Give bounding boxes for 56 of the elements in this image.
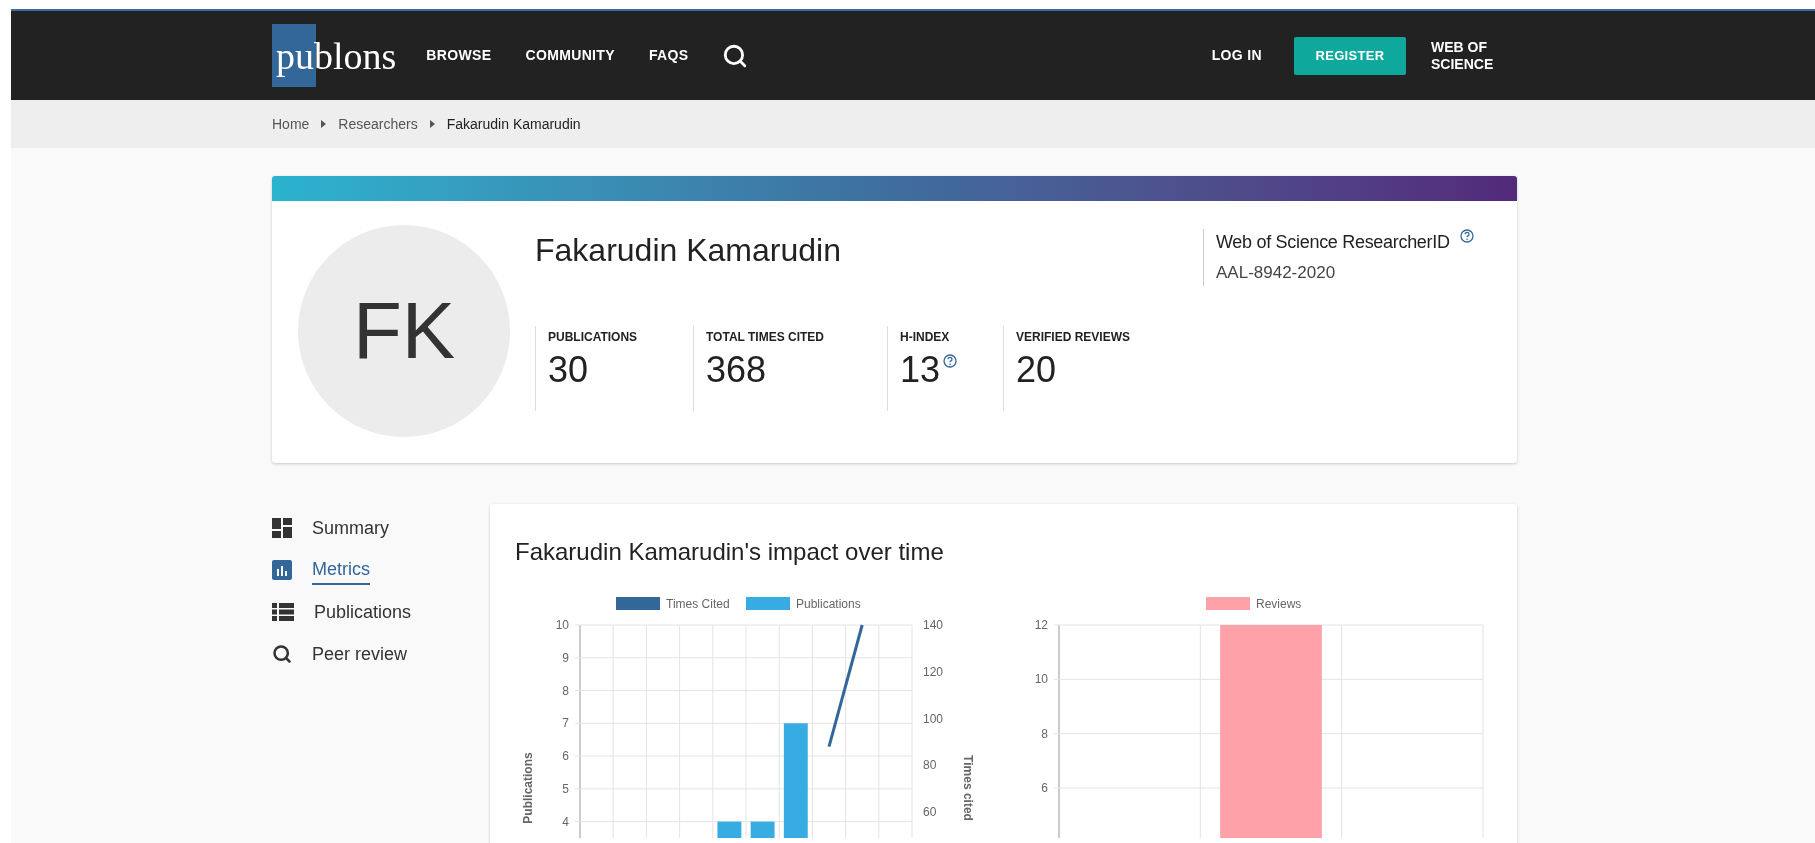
axis-title: Times cited	[961, 755, 975, 821]
axis-title: Publications	[521, 752, 535, 824]
researcher-id: AAL-8942-2020	[1216, 262, 1337, 284]
avatar-initials: FK	[352, 285, 456, 377]
breadcrumb-link[interactable]: Fakarudin Kamarudin	[446, 113, 581, 135]
list-icon	[272, 603, 294, 621]
axis-tick-label: 9	[562, 650, 569, 665]
nav-link[interactable]: BROWSE	[426, 45, 492, 66]
search-icon[interactable]	[722, 42, 749, 69]
metric-value: 20	[1016, 352, 1057, 388]
help-icon[interactable]	[943, 354, 958, 368]
sidebar-item[interactable]: Metrics	[272, 558, 490, 582]
axis-tick-label: 5	[562, 781, 569, 796]
sidebar-item[interactable]: Publications	[272, 600, 490, 624]
sidebar-item[interactable]: Summary	[272, 516, 490, 540]
axis-tick-label: 100	[923, 711, 944, 726]
axis-tick-label: 140	[923, 618, 944, 632]
axis-tick-label: 4	[562, 814, 569, 829]
nav-link[interactable]: FAQS	[648, 45, 689, 66]
axis-tick-label: 120	[923, 664, 944, 679]
axis-tick-label: 6	[562, 749, 569, 764]
help-icon[interactable]	[1459, 229, 1474, 243]
metric-label: VERIFIED REVIEWS	[1016, 329, 1132, 346]
chevron-icon	[321, 120, 327, 128]
bar-chart-icon	[272, 560, 292, 580]
metric-value: 30	[548, 352, 589, 388]
axis-tick-label: 7	[562, 716, 569, 731]
axis-tick-label: 10	[1034, 672, 1048, 687]
axis-tick-label: 6	[1041, 781, 1048, 795]
axis-tick-label: 80	[923, 758, 937, 773]
web-of-science-link[interactable]: WEB OF SCIENCE	[1431, 38, 1507, 73]
logo[interactable]: publons	[272, 36, 397, 75]
axis-tick-label: 10	[555, 618, 569, 632]
axis-tick-label: 8	[562, 683, 569, 698]
breadcrumb-link[interactable]: Home	[272, 113, 310, 135]
login-link[interactable]: LOG IN	[1211, 45, 1262, 66]
metric-label: H-INDEX	[900, 329, 951, 346]
metric-value: 368	[706, 352, 767, 388]
axis-tick-label: 12	[1034, 618, 1048, 632]
metric-label: PUBLICATIONS	[548, 329, 639, 346]
dashboard-icon	[272, 518, 292, 538]
legend-label: Reviews	[1256, 597, 1302, 611]
metric-value: 13	[900, 352, 941, 388]
researcher-name: Fakarudin Kamarudin	[535, 231, 842, 270]
chevron-icon	[429, 120, 435, 128]
axis-tick-label: 8	[1041, 726, 1048, 741]
legend-label: Times Cited	[666, 597, 730, 611]
nav-link[interactable]: COMMUNITY	[525, 45, 615, 66]
impact-title: Fakarudin Kamarudin's impact over time	[515, 537, 945, 567]
legend-label: Publications	[796, 597, 861, 611]
sidebar-item[interactable]: Peer review	[272, 642, 490, 666]
search-icon	[272, 644, 292, 664]
axis-tick-label: 60	[923, 805, 937, 820]
breadcrumb-link[interactable]: Researchers	[338, 113, 418, 135]
metric-label: TOTAL TIMES CITED	[706, 329, 825, 346]
researcher-id-label: Web of Science ResearcherID	[1216, 231, 1450, 254]
